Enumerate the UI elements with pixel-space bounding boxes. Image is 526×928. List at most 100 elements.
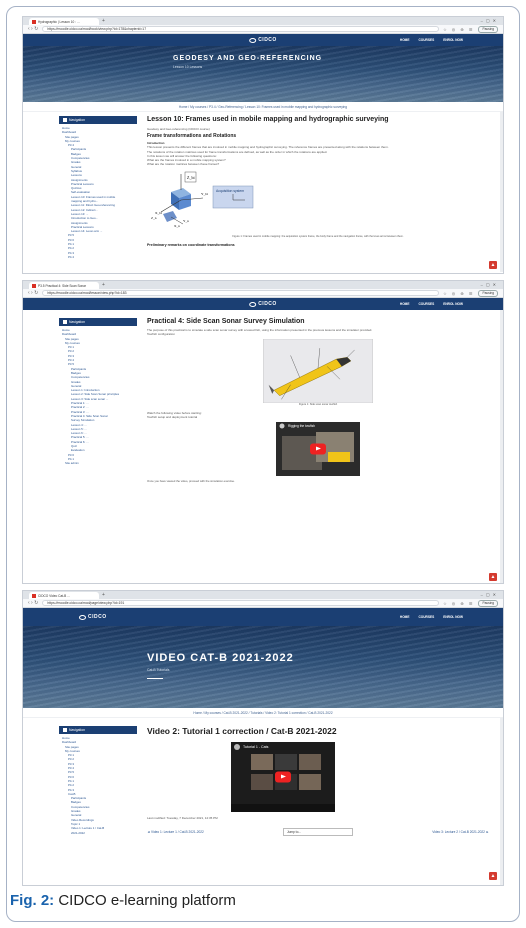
towfish-figure (263, 339, 373, 404)
profile-button[interactable]: Pausing (478, 599, 498, 607)
paragraph-line: Towfish configuration (147, 332, 176, 337)
breadcrumb[interactable]: Home / My courses / P3.4 / Geo-Referenci… (23, 102, 503, 112)
section-heading: Frame transformations and Rotations (147, 133, 237, 140)
top-nav: HOME COURSES ENROL NOW (400, 302, 463, 306)
url-field[interactable]: https://moodle.cidco.ca/mod/page/view.ph… (42, 600, 440, 606)
main-content: Lesson 10: Frames used in mobile mapping… (147, 116, 489, 247)
screenshot-lesson-10: Hydrographic | Lesson 10 : ... + –▢✕ ‹ ›… (22, 16, 504, 274)
hero-title: GEODESY AND GEO-REFERENCING (173, 55, 323, 62)
nav-home[interactable]: HOME (400, 302, 410, 306)
content-meta: Geodesy and Geo-referencing (CIDCO cours… (147, 127, 210, 131)
page-body: Navigation Home Dashboard Site pages My cou… (23, 718, 503, 885)
tab-title: Hydrographic | Lesson 10 : ... (38, 19, 80, 24)
new-tab-icon[interactable]: + (102, 282, 105, 288)
favicon-icon (32, 283, 36, 288)
nav-enrol[interactable]: ENROL NOW (443, 38, 463, 42)
logo-text: CIDCO (88, 614, 107, 620)
jump-to-select[interactable]: Jump to... (283, 828, 353, 837)
paragraph-line: Towfish setup and deployment tutorial (147, 414, 198, 419)
navigation-title: Navigation (69, 728, 86, 732)
navigation-title: Navigation (69, 118, 86, 122)
screenshot-practical-4: P3.5 Practical 4: Side Scan Sonar + –▢✕ … (22, 280, 504, 584)
navigation-item[interactable]: Site admin (62, 461, 137, 465)
scrollbar[interactable] (500, 718, 503, 885)
logo-mark-icon (249, 37, 257, 43)
navigation-list: Home Dashboard Site pages My courses P3.1 P3.… (59, 734, 137, 835)
address-bar: ‹ › ↻ https://moodle.cidco.ca/mod/page/v… (23, 599, 503, 608)
figure-caption: Figure 1: Frames used in mobile mapping:… (232, 235, 404, 239)
figure-description: CIDCO e-learning platform (54, 892, 236, 909)
browser-tab[interactable]: Hydrographic | Lesson 10 : ... (29, 18, 99, 25)
acquisition-label: Acquisition system (216, 189, 244, 193)
url-field[interactable]: https://moodle.cidco.ca/mod/book/view.ph… (42, 26, 440, 32)
cidco-logo[interactable]: CIDCO (79, 614, 107, 620)
hero-subtitle: Cat-B Tutorials (147, 668, 170, 672)
back-to-top-button[interactable]: ▲ (489, 872, 497, 880)
window-controls-icon[interactable]: –▢✕ (481, 17, 499, 25)
browser-tab[interactable]: P3.5 Practical 4: Side Scan Sonar (29, 282, 99, 289)
n-axis (170, 217, 184, 225)
navigation-block: Navigation Home Dashboard Site pages My cou… (59, 116, 137, 259)
new-tab-icon[interactable]: + (102, 18, 105, 24)
url-field[interactable]: https://moodle.cidco.ca/mod/lesson/view.… (42, 290, 440, 296)
nav-courses[interactable]: COURSES (418, 38, 434, 42)
logo-text: CIDCO (258, 37, 277, 43)
browser-actions-icon[interactable]: ☆ ◎ ⊕ ☰ (443, 291, 474, 296)
scrollbar[interactable] (500, 112, 503, 272)
back-to-top-button[interactable]: ▲ (489, 573, 497, 581)
breadcrumb[interactable]: Home / My courses / Cat-B 2021-2022 / Tu… (23, 708, 503, 718)
main-content: Practical 4: Side Scan Sonar Survey Simu… (147, 318, 489, 483)
navigation-block: Navigation Home Dashboard Site pages My cou… (59, 318, 137, 466)
window-controls-icon[interactable]: –▢✕ (481, 281, 499, 289)
browser-tabbar: CIDCO Video Cat-B ... + –▢✕ (23, 591, 503, 599)
last-modified: Last modified: Tuesday, 7 December 2021,… (147, 816, 218, 820)
prev-activity-link[interactable]: ◄ Video 1: Lecture 1 / Cat-B 2021-2022 (147, 830, 204, 834)
video-player[interactable]: Tutorial 1 - Cats (231, 742, 335, 812)
profile-button[interactable]: Pausing (478, 289, 498, 297)
window-controls-icon[interactable]: –▢✕ (481, 591, 499, 599)
sensor-block (163, 211, 177, 223)
nav-home[interactable]: HOME (400, 38, 410, 42)
navigation-item[interactable]: 2021-2022 (62, 831, 137, 835)
video-player[interactable]: Rigging the towfish (276, 422, 360, 477)
back-forward-reload-icon[interactable]: ‹ › ↻ (28, 25, 38, 34)
navigation-list: Home Dashboard Site pages My courses P3.4 Par… (59, 124, 137, 259)
nav-courses[interactable]: COURSES (418, 615, 434, 619)
new-tab-icon[interactable]: + (102, 592, 105, 598)
back-forward-reload-icon[interactable]: ‹ › ↻ (28, 599, 38, 608)
nav-home[interactable]: HOME (400, 615, 410, 619)
nav-courses[interactable]: COURSES (418, 302, 434, 306)
navigation-item[interactable]: P4.4 (62, 255, 137, 259)
play-button[interactable] (275, 771, 291, 783)
back-to-top-button[interactable]: ▲ (489, 261, 497, 269)
hero-title: VIDEO CAT-B 2021-2022 (147, 652, 294, 664)
frames-diagram: Z_bi Y_bi X_bi Acquisition system Z_n Y_… (151, 172, 254, 228)
intro-paragraphs: This lesson presents the different frame… (147, 145, 489, 166)
hero-subtitle: Lesson 10 Lessons (173, 65, 203, 69)
scrollbar[interactable] (500, 310, 503, 583)
profile-button[interactable]: Pausing (478, 25, 498, 33)
page-body: Navigation Home Dashboard Site pages My cou… (23, 310, 503, 583)
logo-text: CIDCO (258, 301, 277, 307)
browser-actions-icon[interactable]: ☆ ◎ ⊕ ☰ (443, 601, 474, 606)
cidco-logo[interactable]: CIDCO (249, 37, 277, 43)
address-bar: ‹ › ↻ https://moodle.cidco.ca/mod/book/v… (23, 25, 503, 34)
xn-label: X_n (174, 224, 180, 228)
nav-enrol[interactable]: ENROL NOW (443, 615, 463, 619)
browser-tabbar: P3.5 Practical 4: Side Scan Sonar + –▢✕ (23, 281, 503, 289)
zn-label: Z_n (151, 216, 157, 220)
play-button[interactable] (310, 443, 326, 455)
top-nav: HOME COURSES ENROL NOW (400, 38, 463, 42)
top-nav: HOME COURSES ENROL NOW (400, 615, 463, 619)
video-title: Tutorial 1 - Cats (243, 745, 269, 749)
hero-underline (147, 678, 163, 679)
nav-enrol[interactable]: ENROL NOW (443, 302, 463, 306)
tab-title: CIDCO Video Cat-B ... (38, 593, 70, 598)
browser-tab[interactable]: CIDCO Video Cat-B ... (29, 592, 99, 599)
logo-mark-icon (249, 301, 257, 307)
hero-banner: VIDEO CAT-B 2021-2022 Cat-B Tutorials (23, 626, 503, 708)
next-activity-link[interactable]: Video 3: Lecture 2 / Cat-B 2021-2022 ► (432, 830, 489, 834)
back-forward-reload-icon[interactable]: ‹ › ↻ (28, 289, 38, 298)
cidco-logo[interactable]: CIDCO (249, 301, 277, 307)
browser-actions-icon[interactable]: ☆ ◎ ⊕ ☰ (443, 27, 474, 32)
